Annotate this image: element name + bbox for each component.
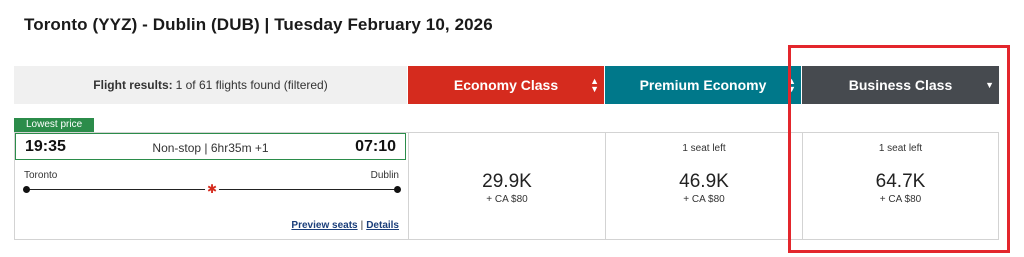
destination-city: Dublin: [370, 170, 399, 181]
arrival-time: 07:10: [355, 138, 396, 155]
maple-leaf-icon: ✱: [205, 182, 219, 196]
fare-economy[interactable]: 29.9K + CA $80: [408, 133, 605, 239]
fare-tax-premium: + CA $80: [683, 194, 725, 205]
business-class-highlight: [788, 45, 1010, 253]
fare-points-economy: 29.9K: [482, 171, 532, 192]
flight-results-count: 1 of 61 flights found (filtered): [175, 78, 328, 92]
flight-links: Preview seats | Details: [291, 220, 399, 231]
links-separator: |: [360, 220, 364, 231]
lowest-price-badge: Lowest price: [14, 118, 95, 132]
tab-economy-label: Economy Class: [453, 77, 559, 93]
flight-results-label: Flight results:: [93, 78, 173, 92]
flight-times-box: 19:35 Non-stop | 6hr35m +1 07:10: [15, 133, 406, 160]
stop-duration-info: Non-stop | 6hr35m +1: [152, 141, 269, 155]
flight-results-summary: Flight results: 1 of 61 flights found (f…: [14, 66, 407, 104]
fare-points-premium: 46.9K: [679, 171, 729, 192]
tab-premium-economy[interactable]: Premium Economy ▲ ▼: [605, 66, 801, 104]
fare-premium-economy[interactable]: 1 seat left 46.9K + CA $80: [605, 133, 802, 239]
destination-dot-icon: [394, 186, 401, 193]
tab-premium-label: Premium Economy: [639, 77, 767, 93]
tab-economy-class[interactable]: Economy Class ▲ ▼: [408, 66, 604, 104]
details-link[interactable]: Details: [366, 220, 399, 231]
seats-left-premium: 1 seat left: [682, 143, 726, 154]
fare-tax-economy: + CA $80: [486, 194, 528, 205]
sort-updown-icon: ▲ ▼: [590, 76, 599, 94]
flight-info: 19:35 Non-stop | 6hr35m +1 07:10 Toronto…: [15, 133, 408, 239]
origin-city: Toronto: [24, 170, 58, 181]
preview-seats-link[interactable]: Preview seats: [291, 220, 357, 231]
route-title: Toronto (YYZ) - Dublin (DUB) | Tuesday F…: [24, 15, 493, 34]
origin-dot-icon: [23, 186, 30, 193]
